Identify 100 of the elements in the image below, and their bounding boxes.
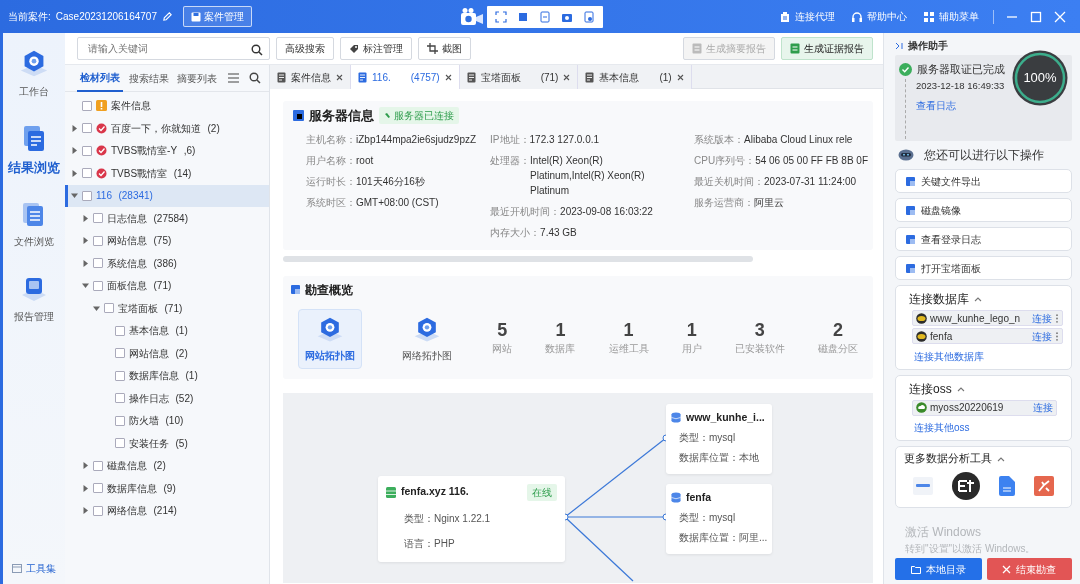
expand-arrow[interactable] bbox=[71, 192, 78, 200]
expand-arrow[interactable] bbox=[71, 147, 78, 155]
close-icon[interactable] bbox=[676, 73, 684, 81]
checkbox[interactable] bbox=[115, 393, 125, 404]
action-button[interactable]: 本地目录 bbox=[895, 558, 982, 580]
edit-icon[interactable] bbox=[162, 11, 173, 22]
expand-arrow[interactable] bbox=[82, 237, 89, 245]
tree-item[interactable]: 日志信息 (27584) bbox=[65, 207, 269, 230]
tree-item[interactable]: 百度一下，你就知道 (2) bbox=[65, 117, 269, 140]
checkbox[interactable] bbox=[104, 303, 114, 314]
checkbox[interactable] bbox=[93, 213, 103, 224]
checkbox[interactable] bbox=[93, 505, 103, 516]
checkbox[interactable] bbox=[115, 415, 125, 426]
fullscreen-icon[interactable] bbox=[494, 10, 507, 23]
nav-item[interactable]: 文件浏览 bbox=[8, 197, 60, 272]
document-tab[interactable]: 116. (4757) bbox=[351, 65, 460, 89]
toolbar-button[interactable]: 截图 bbox=[418, 37, 471, 60]
checkbox[interactable] bbox=[115, 370, 125, 381]
tree-item[interactable]: 116 (28341) bbox=[65, 184, 269, 207]
view-tile[interactable]: 网络拓扑图 bbox=[395, 308, 460, 369]
expand-arrow[interactable] bbox=[71, 124, 78, 132]
tree-item[interactable]: 数据库信息 (9) bbox=[65, 477, 269, 500]
tree-item[interactable]: 网络信息 (214) bbox=[65, 499, 269, 522]
checkbox[interactable] bbox=[115, 325, 125, 336]
panel-tab[interactable]: 检材列表 bbox=[77, 64, 123, 92]
dark-circle-logo-icon[interactable] bbox=[952, 471, 981, 500]
video-camera-icon[interactable] bbox=[460, 6, 484, 27]
checkbox[interactable] bbox=[93, 483, 103, 494]
expand-arrow[interactable] bbox=[93, 304, 100, 312]
panel-tab[interactable]: 摘要列表 bbox=[174, 64, 220, 92]
tree-item[interactable]: 数据库信息 (1) bbox=[65, 364, 269, 387]
database-node[interactable]: www_kunhe_i... 类型：mysql 数据库位置：本地 bbox=[666, 403, 772, 474]
connect-link[interactable]: 连接 bbox=[1032, 328, 1052, 344]
nav-item[interactable]: 报告管理 bbox=[8, 272, 60, 347]
search-icon[interactable] bbox=[251, 44, 263, 56]
connection-item[interactable]: www_kunhe_lego_n 连接 bbox=[912, 310, 1063, 326]
action-button[interactable]: 关键文件导出 bbox=[895, 169, 1072, 193]
close-icon[interactable] bbox=[444, 73, 452, 81]
tree-item[interactable]: 宝塔面板 (71) bbox=[65, 297, 269, 320]
tree-item[interactable]: 操作日志 (52) bbox=[65, 387, 269, 410]
action-button[interactable]: 打开宝塔面板 bbox=[895, 256, 1072, 280]
search-icon[interactable] bbox=[249, 72, 261, 84]
tree-item[interactable]: 防火墙 (10) bbox=[65, 409, 269, 432]
database-node[interactable]: fenfa 类型：mysql 数据库位置：阿里... bbox=[666, 483, 772, 554]
more-icon[interactable] bbox=[1055, 313, 1059, 323]
checkbox[interactable] bbox=[82, 190, 92, 201]
more-link[interactable]: 连接其他数据库 bbox=[914, 348, 984, 364]
more-link[interactable]: 连接其他oss bbox=[914, 420, 970, 435]
connect-link[interactable]: 连接 bbox=[1033, 400, 1053, 415]
checkbox[interactable] bbox=[115, 348, 125, 359]
chart-logo-icon[interactable] bbox=[913, 476, 934, 495]
maximize-icon[interactable] bbox=[1030, 10, 1042, 23]
tree-item[interactable]: 案件信息 bbox=[65, 94, 269, 117]
server-node[interactable]: fenfa.xyz 116. 在线 类型：Nginx 1.22.1 语言：PHP bbox=[378, 475, 565, 562]
caret-icon[interactable] bbox=[974, 296, 982, 302]
collapse-icon[interactable] bbox=[895, 42, 903, 50]
document-tab[interactable]: 基本信息 (1) bbox=[578, 65, 692, 89]
caret-icon[interactable] bbox=[997, 455, 1005, 462]
tree-item[interactable]: 基本信息 (1) bbox=[65, 319, 269, 342]
expand-arrow[interactable] bbox=[82, 484, 89, 492]
checkbox[interactable] bbox=[115, 438, 125, 449]
connection-item[interactable]: fenfa 连接 bbox=[912, 328, 1063, 344]
expand-arrow[interactable] bbox=[82, 507, 89, 515]
expand-arrow[interactable] bbox=[82, 282, 89, 290]
tree-item[interactable]: 面板信息 (71) bbox=[65, 274, 269, 297]
checkbox[interactable] bbox=[93, 280, 103, 291]
checkbox[interactable] bbox=[93, 235, 103, 246]
document-tab[interactable]: 案件信息 bbox=[270, 65, 351, 89]
tree-item[interactable]: 安装任务 (5) bbox=[65, 432, 269, 455]
document-icon[interactable] bbox=[538, 10, 551, 23]
toolset-link[interactable]: 工具集 bbox=[26, 561, 56, 576]
close-icon[interactable] bbox=[336, 73, 343, 81]
document-tab[interactable]: 宝塔面板 (71) bbox=[459, 65, 579, 89]
tree-item[interactable]: 磁盘信息 (2) bbox=[65, 454, 269, 477]
tree-item[interactable]: TVBS戰情室-Y ,6) bbox=[65, 139, 269, 162]
action-button[interactable]: 结束勘查 bbox=[986, 558, 1072, 580]
more-icon[interactable] bbox=[1055, 331, 1059, 341]
menu-link[interactable]: 辅助菜单 bbox=[915, 9, 987, 24]
menu-link[interactable]: 帮助中心 bbox=[843, 9, 915, 24]
tree-item[interactable]: TVBS戰情室 (14) bbox=[65, 162, 269, 185]
expand-arrow[interactable] bbox=[82, 462, 89, 470]
case-management-button[interactable]: 案件管理 bbox=[183, 6, 252, 27]
menu-link[interactable]: 连接代理 bbox=[771, 9, 843, 24]
action-button[interactable]: 磁盘镜像 bbox=[895, 198, 1072, 222]
tree-item[interactable]: 系统信息 (386) bbox=[65, 252, 269, 275]
menu-icon[interactable] bbox=[228, 73, 239, 83]
checkbox[interactable] bbox=[82, 123, 92, 134]
expand-arrow[interactable] bbox=[71, 169, 78, 177]
square-icon[interactable] bbox=[516, 10, 529, 23]
action-button[interactable]: 查看登录日志 bbox=[895, 227, 1072, 251]
connect-link[interactable]: 连接 bbox=[1032, 310, 1052, 326]
tree-item[interactable]: 网站信息 (75) bbox=[65, 229, 269, 252]
view-tile[interactable]: 网站拓扑图 bbox=[298, 308, 362, 369]
tree-item[interactable]: 网站信息 (2) bbox=[65, 342, 269, 365]
expand-arrow[interactable] bbox=[82, 259, 89, 267]
connection-item[interactable]: myoss20220619 连接 bbox=[912, 399, 1057, 416]
toolbar-button[interactable]: 标注管理 bbox=[340, 37, 412, 60]
document-logo-icon[interactable] bbox=[998, 475, 1015, 496]
checkbox[interactable] bbox=[93, 460, 103, 471]
checkbox[interactable] bbox=[82, 168, 92, 179]
